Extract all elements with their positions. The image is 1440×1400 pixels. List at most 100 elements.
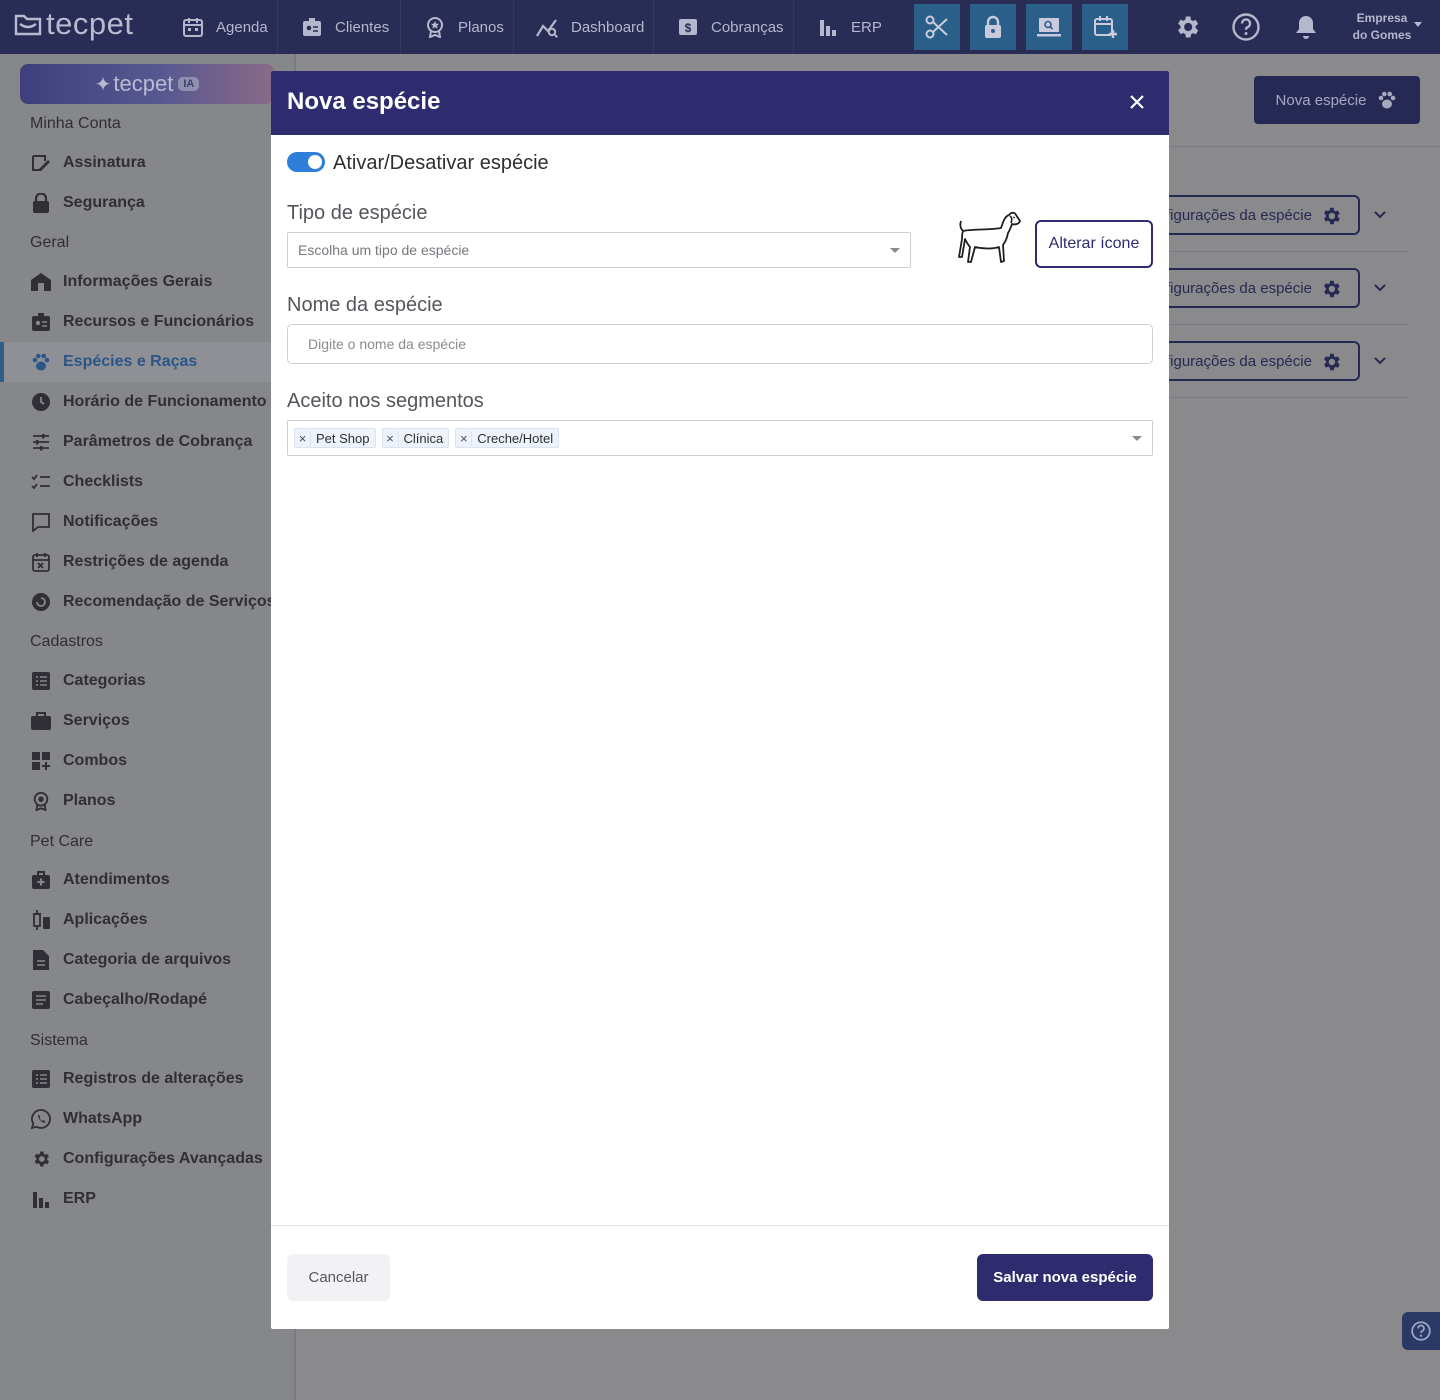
new-species-button[interactable]: Nova espécie bbox=[1254, 76, 1420, 124]
sidebar-item-seguranca[interactable]: Segurança bbox=[30, 191, 145, 215]
nav-dashboard[interactable]: Dashboard bbox=[515, 0, 654, 54]
sidebar-item-parametros-cobranca[interactable]: Parâmetros de Cobrança bbox=[30, 430, 252, 454]
modal-footer-divider bbox=[271, 1225, 1169, 1226]
segments-multiselect[interactable]: × Pet Shop × Clínica × Creche/Hotel bbox=[287, 420, 1153, 456]
bar-chart-icon bbox=[30, 1188, 52, 1210]
clock-icon bbox=[30, 391, 52, 413]
badge-icon bbox=[427, 17, 443, 38]
sidebar-item-label: Horário de Funcionamento bbox=[63, 393, 267, 410]
checklist-icon bbox=[30, 471, 52, 493]
nav-cobrancas-label: Cobranças bbox=[711, 18, 784, 36]
sidebar-item-erp[interactable]: ERP bbox=[30, 1187, 96, 1211]
cancel-button[interactable]: Cancelar bbox=[287, 1254, 390, 1301]
sidebar-item-registros-alteracoes[interactable]: Registros de alterações bbox=[30, 1067, 244, 1091]
sidebar-item-label: Cabeçalho/Rodapé bbox=[63, 991, 208, 1008]
segment-tag-label: Creche/Hotel bbox=[477, 430, 554, 446]
notifications-button[interactable] bbox=[1290, 11, 1322, 43]
sidebar-item-especies-racas[interactable]: Espécies e Raças bbox=[30, 350, 197, 374]
tool-scissors-button[interactable] bbox=[914, 4, 960, 50]
sidebar-item-checklists[interactable]: Checklists bbox=[30, 470, 143, 494]
nav-agenda[interactable]: Agenda bbox=[168, 0, 278, 54]
store-icon bbox=[30, 271, 52, 293]
sidebar-item-recursos-funcionarios[interactable]: Recursos e Funcionários bbox=[30, 310, 254, 334]
question-circle-icon bbox=[1411, 1321, 1431, 1341]
message-icon bbox=[30, 511, 52, 533]
bell-icon bbox=[1296, 16, 1316, 39]
sidebar-item-notificacoes[interactable]: Notificações bbox=[30, 510, 158, 534]
help-button[interactable] bbox=[1230, 11, 1262, 43]
remove-tag-icon[interactable]: × bbox=[456, 430, 473, 446]
gear-icon bbox=[30, 1148, 52, 1170]
species-config-button[interactable]: figurações da espécie bbox=[1150, 195, 1360, 235]
sidebar-item-categorias[interactable]: Categorias bbox=[30, 669, 146, 693]
sidebar-item-servicos[interactable]: Serviços bbox=[30, 709, 130, 733]
nav-dashboard-label: Dashboard bbox=[571, 18, 645, 36]
sidebar-item-atendimentos[interactable]: Atendimentos bbox=[30, 868, 170, 892]
segment-tag: × Clínica bbox=[381, 428, 450, 448]
nav-agenda-label: Agenda bbox=[216, 18, 268, 36]
sidebar-item-label: Aplicações bbox=[63, 911, 148, 928]
tool-screen-search-button[interactable] bbox=[1026, 4, 1072, 50]
remove-tag-icon[interactable]: × bbox=[295, 430, 311, 446]
logo-text: tecpet bbox=[46, 6, 134, 41]
syringe-icon bbox=[30, 909, 52, 931]
chevron-down-icon[interactable] bbox=[1372, 280, 1388, 296]
species-name-input[interactable] bbox=[287, 324, 1153, 364]
list-icon bbox=[30, 670, 52, 692]
sidebar-item-horario-funcionamento[interactable]: Horário de Funcionamento bbox=[30, 390, 267, 414]
sidebar-item-label: Recursos e Funcionários bbox=[63, 313, 255, 330]
sidebar-item-label: Notificações bbox=[63, 513, 159, 530]
row-divider bbox=[1169, 397, 1408, 398]
sidebar-item-whatsapp[interactable]: WhatsApp bbox=[30, 1107, 142, 1131]
nav-cobrancas[interactable]: $ Cobranças bbox=[655, 0, 794, 54]
chart-line-icon bbox=[536, 19, 559, 38]
screen-search-icon bbox=[1037, 18, 1061, 37]
sidebar-item-assinatura[interactable]: Assinatura bbox=[30, 151, 146, 175]
sidebar-item-label: Informações Gerais bbox=[63, 273, 213, 290]
remove-tag-icon[interactable]: × bbox=[383, 430, 399, 446]
gear-icon bbox=[1324, 353, 1340, 371]
species-type-select[interactable]: Escolha um tipo de espécie bbox=[287, 232, 911, 268]
company-selector[interactable]: Empresa do Gomes bbox=[1340, 10, 1424, 44]
list-icon bbox=[30, 1068, 52, 1090]
settings-button[interactable] bbox=[1171, 11, 1203, 43]
question-circle-icon bbox=[1232, 13, 1260, 41]
nav-erp[interactable]: ERP bbox=[795, 0, 895, 54]
circle-arrow-icon bbox=[30, 591, 52, 613]
tecpet-logo[interactable]: tecpet bbox=[14, 6, 133, 42]
sidebar-item-categoria-arquivos[interactable]: Categoria de arquivos bbox=[30, 948, 231, 972]
row-divider bbox=[1169, 251, 1408, 252]
species-name-label: Nome da espécie bbox=[287, 294, 443, 316]
tool-lock-button[interactable] bbox=[970, 4, 1016, 50]
paw-icon bbox=[1379, 91, 1396, 109]
change-icon-button[interactable]: Alterar ícone bbox=[1035, 220, 1153, 268]
sidebar-item-planos[interactable]: Planos bbox=[30, 789, 115, 813]
document-icon bbox=[30, 989, 52, 1011]
grid-plus-icon bbox=[30, 750, 52, 772]
sidebar-item-configuracoes-avancadas[interactable]: Configurações Avançadas bbox=[30, 1147, 263, 1171]
gear-icon bbox=[1324, 280, 1340, 298]
sidebar-item-cabecalho-rodape[interactable]: Cabeçalho/Rodapé bbox=[30, 988, 207, 1012]
sidebar-item-combos[interactable]: Combos bbox=[30, 749, 127, 773]
chevron-down-icon[interactable] bbox=[1372, 207, 1388, 223]
sidebar-item-restricoes-agenda[interactable]: Restrições de agenda bbox=[30, 550, 228, 574]
floating-help-button[interactable] bbox=[1402, 1312, 1440, 1350]
close-modal-button[interactable] bbox=[1123, 88, 1151, 116]
tool-calendar-plus-button[interactable] bbox=[1082, 4, 1128, 50]
save-species-button[interactable]: Salvar nova espécie bbox=[977, 1254, 1153, 1301]
species-active-toggle[interactable] bbox=[287, 152, 325, 172]
tecpet-ia-button[interactable]: ✦ tecpet IA bbox=[20, 64, 274, 104]
sidebar-item-label: Assinatura bbox=[63, 154, 146, 171]
nav-planos[interactable]: Planos bbox=[402, 0, 514, 54]
chevron-down-icon[interactable] bbox=[1372, 353, 1388, 369]
section-geral: Geral bbox=[30, 234, 70, 251]
sidebar-item-informacoes-gerais[interactable]: Informações Gerais bbox=[30, 270, 212, 294]
nav-clientes[interactable]: Clientes bbox=[279, 0, 401, 54]
species-config-button[interactable]: figurações da espécie bbox=[1150, 341, 1360, 381]
sidebar-item-aplicacoes[interactable]: Aplicações bbox=[30, 908, 147, 932]
sidebar-item-label: Categoria de arquivos bbox=[63, 951, 232, 968]
gear-icon bbox=[1178, 16, 1199, 38]
species-config-button[interactable]: figurações da espécie bbox=[1150, 268, 1360, 308]
sidebar-item-recomendacao-servicos[interactable]: Recomendação de Serviços bbox=[30, 590, 276, 614]
sidebar-item-label: WhatsApp bbox=[63, 1110, 143, 1127]
